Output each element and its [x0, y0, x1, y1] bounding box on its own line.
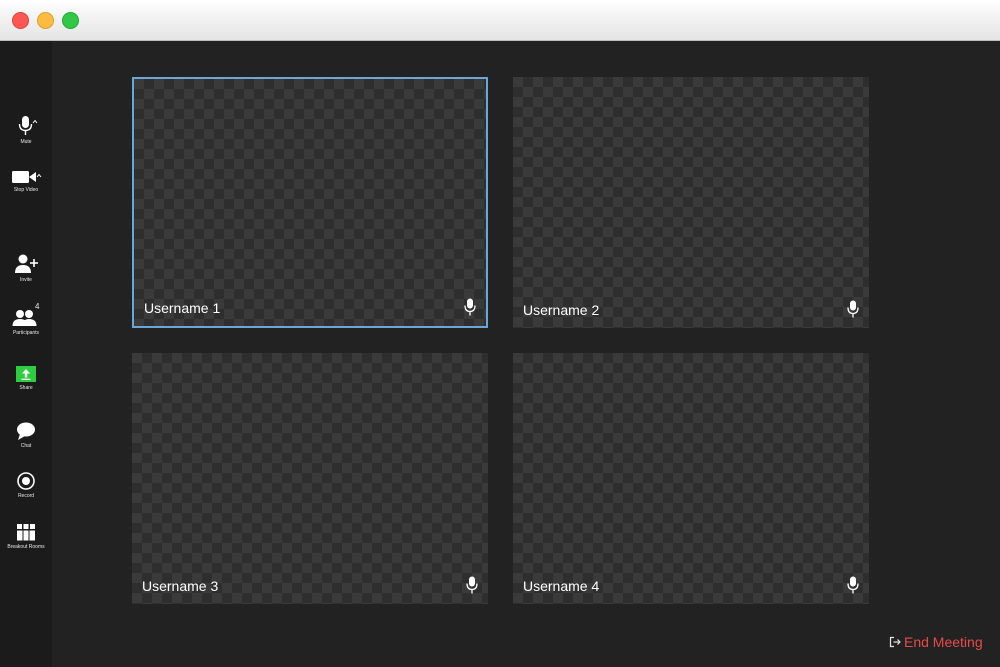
invite-button[interactable]: Invite	[0, 253, 52, 283]
mute-button[interactable]: Mute	[0, 115, 52, 145]
video-camera-icon	[12, 171, 42, 183]
share-screen-button[interactable]: Share	[0, 365, 52, 391]
video-tile-2[interactable]: Username 2	[513, 77, 869, 328]
participant-name: Username 3	[142, 578, 219, 594]
participant-name: Username 1	[144, 300, 221, 316]
participants-label: Participants	[12, 330, 40, 336]
breakout-rooms-icon	[17, 524, 35, 541]
invite-label: Invite	[20, 277, 32, 283]
participant-name: Username 4	[523, 578, 600, 594]
meeting-controls-sidebar: Mute Stop Video Invite Participants 4 Sh…	[0, 41, 52, 667]
participants-count-badge: 4	[35, 302, 40, 311]
end-meeting-label: End Meeting	[904, 634, 983, 650]
chevron-up-icon	[32, 119, 38, 124]
microphone-icon	[466, 576, 478, 594]
window-title-bar	[0, 0, 1000, 41]
chat-icon	[17, 422, 35, 440]
microphone-icon	[847, 576, 859, 594]
video-tile-3[interactable]: Username 3	[132, 353, 488, 604]
participant-name: Username 2	[523, 302, 600, 318]
chevron-up-icon	[36, 173, 42, 178]
video-grid: Username 1 Username 2 Username 3 Usernam…	[52, 41, 1000, 667]
microphone-icon	[18, 116, 38, 135]
close-window-button[interactable]	[12, 12, 29, 29]
exit-icon	[889, 636, 901, 648]
record-button[interactable]: Record	[0, 471, 52, 499]
record-icon	[17, 472, 35, 490]
share-screen-icon	[16, 366, 36, 382]
microphone-icon	[847, 300, 859, 318]
minimize-window-button[interactable]	[37, 12, 54, 29]
microphone-icon	[464, 298, 476, 316]
add-user-icon	[15, 254, 38, 273]
video-tile-1[interactable]: Username 1	[132, 77, 488, 328]
stop-video-button[interactable]: Stop Video	[0, 169, 52, 193]
breakout-rooms-label: Breakout Rooms	[7, 544, 45, 550]
stop-video-label: Stop Video	[13, 187, 39, 193]
maximize-window-button[interactable]	[62, 12, 79, 29]
mute-label: Mute	[20, 139, 32, 145]
share-label: Share	[19, 385, 33, 391]
chat-button[interactable]: Chat	[0, 421, 52, 449]
video-tile-4[interactable]: Username 4	[513, 353, 869, 604]
chat-label: Chat	[20, 443, 32, 449]
participants-button[interactable]: Participants 4	[0, 302, 52, 336]
record-label: Record	[17, 493, 35, 499]
breakout-rooms-button[interactable]: Breakout Rooms	[0, 522, 52, 550]
end-meeting-button[interactable]: End Meeting	[889, 634, 983, 650]
